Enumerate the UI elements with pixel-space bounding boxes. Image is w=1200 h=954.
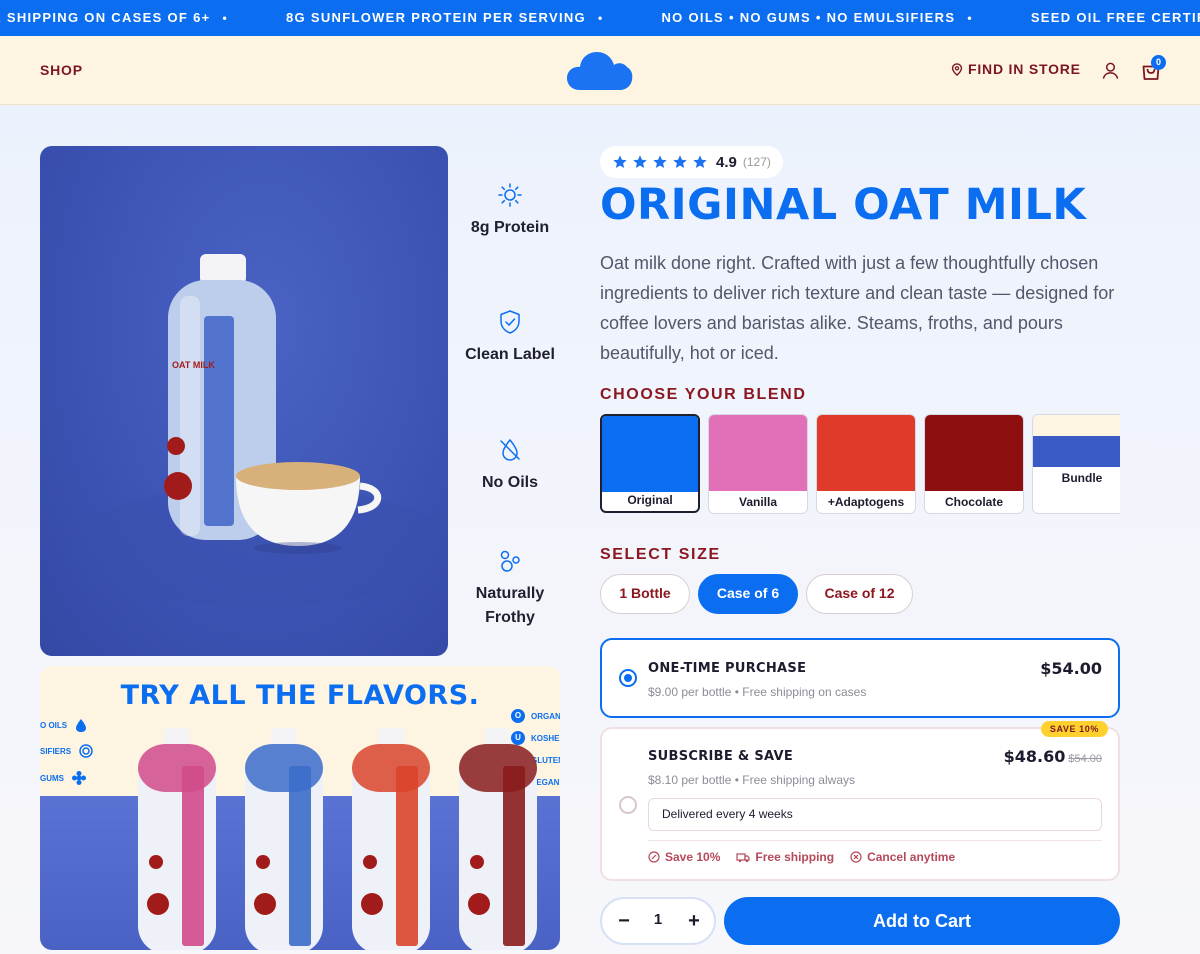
perk-save: Save 10% (648, 850, 720, 864)
quantity-value[interactable]: 1 (648, 911, 668, 928)
one-time-title: ONE-TIME PURCHASE (648, 661, 807, 676)
subscribe-subtext: $8.10 per bottle • Free shipping always (648, 773, 855, 787)
one-time-subtext: $9.00 per bottle • Free shipping on case… (648, 685, 867, 699)
feature-label: No Oils (481, 474, 538, 491)
delivery-frequency-select[interactable]: Delivered every 4 weeks (648, 798, 1102, 831)
feature-label: 8g Protein (470, 219, 550, 236)
blend-thumbnail (709, 415, 807, 491)
feature-label: Naturally Frothy (475, 585, 545, 626)
one-time-purchase-option[interactable]: ONE-TIME PURCHASE $54.00 $9.00 per bottl… (600, 638, 1120, 718)
blend-option-vanilla[interactable]: Vanilla (708, 414, 808, 514)
quantity-stepper: − 1 + (600, 897, 716, 945)
blend-thumbnail (817, 415, 915, 491)
blend-thumbnail (925, 415, 1023, 491)
subscription-perks: Save 10% Free shipping Cancel anytime (648, 840, 1102, 864)
star-icon (633, 155, 647, 168)
blend-option-original[interactable]: Original (600, 414, 700, 513)
banner-bottle (245, 728, 323, 950)
banner-bottle (352, 728, 430, 950)
one-time-radio[interactable] (619, 669, 637, 687)
feature-label: Clean Label (465, 346, 555, 363)
sun-icon (498, 183, 522, 207)
review-count: (127) (742, 155, 771, 169)
blend-selector: Original Vanilla +Adaptogens Chocolate B… (600, 414, 1120, 514)
account-icon[interactable] (1101, 61, 1120, 80)
rating-value: 4.9 (716, 153, 737, 171)
shop-link[interactable]: SHOP (40, 62, 83, 78)
size-option-1-bottle[interactable]: 1 Bottle (600, 574, 690, 614)
feature-no-oils: No Oils (460, 437, 560, 495)
feature-frothy: Naturally Frothy (460, 548, 560, 630)
product-photo-illustration: OAT MILK (70, 254, 448, 606)
site-header: SHOP FIND IN STORE 0 (0, 36, 1200, 105)
percent-badge-icon (648, 851, 660, 863)
product-hero-image[interactable]: OAT MILK (40, 146, 448, 656)
shield-check-icon (500, 310, 520, 334)
add-to-cart-button[interactable]: Add to Cart (724, 897, 1120, 945)
find-in-store-link[interactable]: FIND IN STORE (951, 61, 1081, 77)
blend-option-adaptogens[interactable]: +Adaptogens (816, 414, 916, 514)
perk-shipping: Free shipping (736, 850, 834, 864)
feature-clean-label: Clean Label (460, 309, 560, 367)
blend-thumbnail (602, 416, 698, 492)
drop-slash-icon (500, 438, 520, 461)
subscribe-radio[interactable] (619, 796, 637, 814)
save-badge: SAVE 10% (1040, 721, 1108, 737)
one-time-price: $54.00 (1040, 659, 1102, 678)
subscribe-old-price: $54.00 (1068, 753, 1102, 765)
location-pin-icon (951, 62, 963, 76)
blend-option-chocolate[interactable]: Chocolate (924, 414, 1024, 514)
product-title: ORIGINAL OAT MILK (600, 180, 1087, 230)
subscribe-title: SUBSCRIBE & SAVE (648, 749, 794, 764)
announcement-item: NO OILS • NO GUMS • NO EMULSIFIERS • (661, 10, 973, 25)
choose-blend-heading: CHOOSE YOUR BLEND (600, 386, 807, 403)
find-in-store-label: FIND IN STORE (968, 61, 1081, 77)
perk-cancel: Cancel anytime (850, 850, 955, 864)
banner-bottles (138, 728, 537, 950)
announcement-item: EE SHIPPING ON CASES OF 6+ • (0, 10, 229, 25)
truck-icon (736, 853, 750, 863)
product-description: Oat milk done right. Crafted with just a… (600, 253, 1115, 363)
size-option-case-of-12[interactable]: Case of 12 (806, 574, 913, 614)
flavors-banner-image[interactable]: TRY ALL THE FLAVORS. O OILS SIFIERS GUMS… (40, 666, 560, 950)
announcement-item: SEED OIL FREE CERTIFIED• (1030, 10, 1200, 25)
rating-summary[interactable]: 4.9 (127) (600, 146, 783, 178)
blend-label: +Adaptogens (827, 495, 905, 509)
subscribe-price: $48.60 (1003, 747, 1066, 766)
star-icon (693, 155, 707, 168)
feature-protein: 8g Protein (460, 182, 560, 240)
banner-bottle (459, 728, 537, 950)
star-icon (613, 155, 627, 168)
svg-text:OAT MILK: OAT MILK (172, 360, 215, 370)
blend-label: Chocolate (944, 495, 1003, 509)
announcement-bar: EE SHIPPING ON CASES OF 6+ • 8G SUNFLOWER… (0, 0, 1200, 36)
quantity-decrease-button[interactable]: − (612, 909, 636, 933)
size-option-case-of-6[interactable]: Case of 6 (698, 574, 798, 614)
announcement-track: EE SHIPPING ON CASES OF 6+ • 8G SUNFLOWER… (0, 0, 1200, 36)
blend-label: Bundle (1061, 471, 1103, 485)
blend-option-bundle[interactable]: Bundle (1032, 414, 1120, 514)
select-size-heading: SELECT SIZE (600, 546, 721, 563)
subscribe-save-option[interactable]: SAVE 10% SUBSCRIBE & SAVE $48.60 $54.00 $… (600, 721, 1120, 881)
blend-thumbnail (1033, 415, 1120, 467)
announcement-item: 8G SUNFLOWER PROTEIN PER SERVING • (286, 10, 604, 25)
subscribe-price-block: $48.60 $54.00 (1004, 747, 1102, 766)
star-rating (612, 154, 708, 170)
blend-label: Vanilla (738, 495, 778, 509)
banner-bottle (138, 728, 216, 950)
cloud-logo-icon[interactable] (566, 48, 634, 92)
blend-label: Original (627, 493, 673, 507)
star-icon (673, 155, 687, 168)
cart-count-badge: 0 (1151, 55, 1166, 70)
cancel-circle-icon (850, 851, 862, 863)
bubbles-icon (500, 550, 520, 572)
star-icon (653, 155, 667, 168)
quantity-increase-button[interactable]: + (682, 909, 706, 933)
